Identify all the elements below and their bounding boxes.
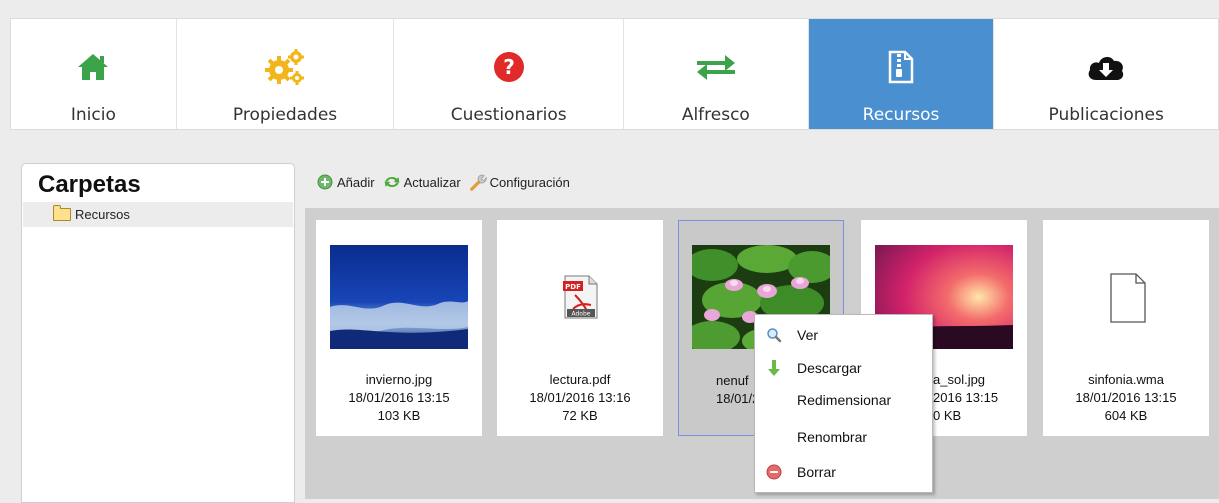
folders-panel: Carpetas Recursos (21, 163, 295, 503)
file-card[interactable]: invierno.jpg 18/01/2016 13:15 103 KB (316, 220, 482, 436)
panel-title: Carpetas (38, 171, 141, 198)
nav-item-cuestionarios[interactable]: ? Cuestionarios (394, 19, 624, 129)
magnifier-icon (765, 326, 783, 344)
menu-label: Redimensionar (797, 392, 892, 408)
file-date: 18/01/2016 13:15 (348, 390, 450, 405)
nav-label: Cuestionarios (450, 105, 567, 125)
gears-icon (263, 47, 307, 87)
nav-label: Publicaciones (1048, 105, 1164, 125)
file-toolbar: Añadir Actualizar Configuración (316, 171, 578, 193)
menu-label: Descargar (797, 360, 862, 376)
menu-label: Ver (797, 327, 819, 343)
tree-item-recursos[interactable]: Recursos (23, 202, 293, 227)
file-name: a_sol.jpg (933, 372, 986, 387)
cloud-download-icon (1086, 47, 1126, 87)
home-icon (76, 47, 110, 87)
nav-label: Recursos (862, 105, 940, 125)
nav-item-propiedades[interactable]: Propiedades (177, 19, 395, 129)
file-icon (1057, 245, 1195, 349)
nav-item-publicaciones[interactable]: Publicaciones (994, 19, 1218, 129)
add-icon (316, 173, 334, 191)
menu-icon-spacer (765, 391, 783, 409)
file-name: invierno.jpg (365, 372, 433, 387)
wrench-icon (469, 173, 487, 191)
file-size: 72 KB (562, 408, 598, 423)
pdf-icon: PDF Adobe (511, 245, 649, 349)
exchange-icon (695, 47, 737, 87)
menu-icon-spacer (765, 428, 783, 446)
menu-item-ver[interactable]: Ver (755, 322, 932, 348)
menu-item-borrar[interactable]: Borrar (755, 459, 932, 485)
file-name: lectura.pdf (549, 372, 611, 387)
file-size: 0 KB (933, 408, 962, 423)
nav-item-inicio[interactable]: Inicio (11, 19, 177, 129)
file-date: 2016 13:15 (933, 390, 999, 405)
file-size: 103 KB (377, 408, 421, 423)
config-label: Configuración (489, 174, 570, 190)
nav-label: Alfresco (681, 105, 750, 125)
folder-icon (53, 205, 71, 221)
zip-file-icon (888, 47, 914, 87)
winter-image (330, 245, 468, 349)
menu-label: Renombrar (797, 429, 868, 445)
nav-item-recursos[interactable]: Recursos (808, 19, 995, 129)
nav-label: Inicio (70, 105, 116, 125)
arrow-down-icon (765, 359, 783, 377)
file-name: sinfonia.wma (1088, 372, 1164, 387)
refresh-label: Actualizar (403, 174, 461, 190)
context-menu: Ver Descargar Redimensionar Renombrar Bo… (754, 314, 933, 493)
file-card[interactable]: PDF Adobe lectura.pdf 18/01/2016 13:16 7… (497, 220, 663, 436)
refresh-button[interactable]: Actualizar (383, 173, 461, 191)
add-label: Añadir (337, 174, 375, 190)
svg-text:?: ? (503, 55, 515, 79)
file-card[interactable]: sinfonia.wma 18/01/2016 13:15 604 KB (1043, 220, 1209, 436)
nav-item-alfresco[interactable]: Alfresco (624, 19, 809, 129)
menu-item-descargar[interactable]: Descargar (755, 355, 932, 381)
svg-text:Adobe: Adobe (572, 311, 591, 318)
menu-item-redimensionar[interactable]: Redimensionar (755, 387, 932, 413)
menu-item-renombrar[interactable]: Renombrar (755, 424, 932, 450)
delete-icon (765, 463, 783, 481)
config-button[interactable]: Configuración (469, 173, 570, 191)
main-nav: Inicio Propiedades ? Cuestionarios Alfre… (10, 18, 1219, 130)
refresh-icon (383, 173, 401, 191)
svg-text:PDF: PDF (565, 283, 581, 291)
question-icon: ? (493, 47, 525, 87)
nav-label: Propiedades (232, 105, 338, 125)
file-date: 18/01/2016 13:15 (1075, 390, 1177, 405)
add-button[interactable]: Añadir (316, 173, 375, 191)
tree-item-label: Recursos (75, 207, 130, 222)
file-size: 604 KB (1104, 408, 1148, 423)
file-date: 18/01/2016 13:16 (529, 390, 631, 405)
menu-label: Borrar (797, 464, 836, 480)
